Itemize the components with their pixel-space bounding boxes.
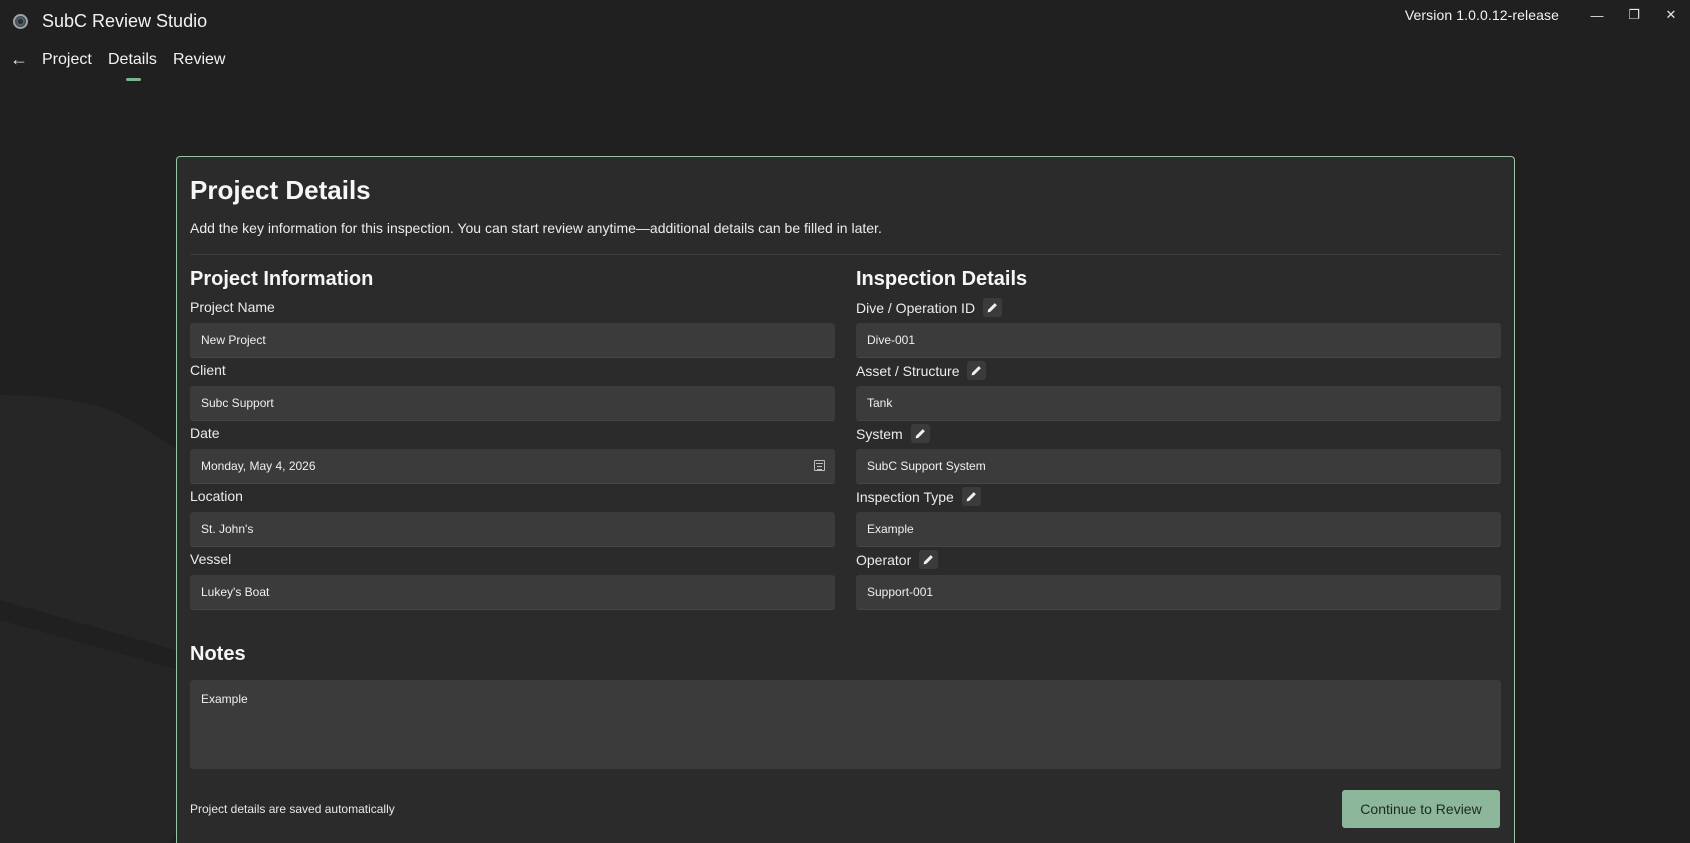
project-name-input[interactable]: New Project [190,323,835,358]
minimize-button[interactable]: — [1578,4,1616,26]
tab-review[interactable]: Review [173,51,225,69]
system-label: System [856,424,930,443]
edit-pencil-icon[interactable] [961,487,981,506]
inspection-type-label-text: Inspection Type [856,488,954,505]
project-details-card: Project Details Add the key information … [176,156,1515,843]
date-picker[interactable]: Monday, May 4, 2026 [190,449,835,484]
notes-textarea[interactable]: Example [190,680,1501,769]
operator-input[interactable]: Support-001 [856,575,1501,610]
version-label: Version 1.0.0.12-release [1404,7,1559,23]
location-label-text: Location [190,488,243,504]
dive-id-label-text: Dive / Operation ID [856,299,976,316]
project-name-label-text: Project Name [190,299,275,315]
back-arrow-icon[interactable]: ← [10,49,28,70]
project-name-label: Project Name [190,299,275,315]
dive-id-label: Dive / Operation ID [856,298,1003,317]
edit-pencil-icon[interactable] [910,424,930,443]
app-logo-icon [13,14,28,29]
autosave-note: Project details are saved automatically [190,802,395,816]
client-label-text: Client [190,362,226,378]
nav-bar: ← Project Details Review [0,46,1690,82]
calendar-icon[interactable] [814,460,825,471]
inspection-type-label: Inspection Type [856,487,981,506]
system-label-text: System [856,425,903,442]
asset-input[interactable]: Tank [856,386,1501,421]
page-subtitle: Add the key information for this inspect… [190,220,882,236]
divider [190,254,1501,255]
location-label: Location [190,488,243,504]
client-input[interactable]: Subc Support [190,386,835,421]
inspection-details-heading: Inspection Details [856,268,1028,290]
asset-label-text: Asset / Structure [856,362,960,379]
date-value: Monday, May 4, 2026 [201,459,316,473]
page-title: Project Details [190,175,371,205]
close-button[interactable]: ✕ [1652,4,1690,26]
tab-project[interactable]: Project [42,51,92,69]
project-information-heading: Project Information [190,268,374,290]
vessel-label: Vessel [190,551,231,567]
location-input[interactable]: St. John's [190,512,835,547]
operator-label-text: Operator [856,551,912,568]
vessel-label-text: Vessel [190,551,232,567]
active-tab-indicator [126,78,141,81]
inspection-type-input[interactable]: Example [856,512,1501,547]
vessel-input[interactable]: Lukey's Boat [190,575,835,610]
app-title: SubC Review Studio [42,11,208,31]
edit-pencil-icon[interactable] [967,361,987,380]
continue-to-review-button[interactable]: Continue to Review [1342,790,1500,828]
asset-label: Asset / Structure [856,361,987,380]
edit-pencil-icon[interactable] [919,550,939,569]
date-label: Date [190,425,220,441]
client-label: Client [190,362,226,378]
system-input[interactable]: SubC Support System [856,449,1501,484]
date-label-text: Date [190,425,220,441]
notes-heading: Notes [190,643,246,665]
operator-label: Operator [856,550,939,569]
title-bar: SubC Review Studio Version 1.0.0.12-rele… [0,0,1690,42]
dive-id-input[interactable]: Dive-001 [856,323,1501,358]
maximize-button[interactable]: ❐ [1615,4,1653,26]
edit-pencil-icon[interactable] [983,298,1003,317]
tab-details[interactable]: Details [108,51,157,69]
